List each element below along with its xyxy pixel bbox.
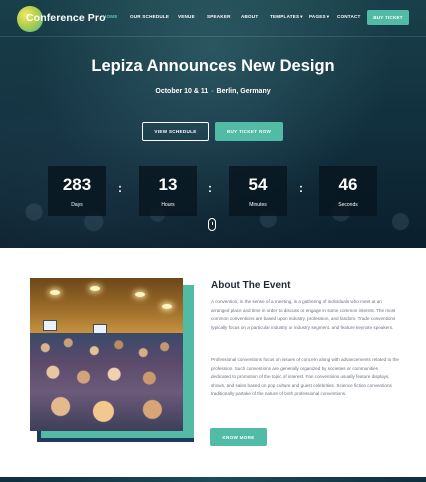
hero-title: Lepiza Announces New Design	[91, 57, 335, 75]
ceiling-light	[162, 304, 172, 309]
hero-subtitle: October 10 & 11 - Berlin, Germany	[0, 88, 426, 95]
countdown-hours-label: Hours	[161, 202, 175, 208]
about-title: About The Event	[211, 280, 291, 291]
photo-audience	[30, 333, 183, 431]
countdown-separator: :	[118, 181, 122, 195]
ceiling-light	[135, 292, 145, 297]
ceiling-light	[90, 286, 100, 291]
buy-ticket-now-button[interactable]: BUY TICKET NOW	[215, 122, 283, 141]
mouse-scroll-icon[interactable]	[208, 218, 216, 231]
buy-ticket-button[interactable]: BUY TICKET	[367, 10, 409, 25]
ceiling-light	[50, 290, 60, 295]
nav-link-templates[interactable]: TEMPLATES▾	[270, 14, 303, 20]
nav-link-pages-label: PAGES	[309, 14, 326, 19]
subtitle-separator: -	[211, 88, 214, 95]
countdown-days-value: 283	[62, 175, 92, 194]
event-photo	[30, 278, 183, 431]
nav-links: HOME OUR SCHEDULE VENUE SPEAKER ABOUT TE…	[0, 14, 426, 24]
chevron-down-icon: ▾	[326, 14, 330, 19]
chevron-down-icon: ▾	[300, 14, 303, 19]
countdown-hours: 13 Hours	[139, 166, 197, 216]
next-section-strip	[0, 477, 426, 482]
countdown-days-label: Days	[71, 202, 83, 208]
countdown-minutes-value: 54	[248, 175, 268, 194]
nav-link-schedule[interactable]: OUR SCHEDULE	[130, 14, 169, 19]
nav-link-speaker[interactable]: SPEAKER	[207, 14, 231, 19]
countdown-days: 283 Days	[48, 166, 106, 216]
countdown-seconds: 46 Seconds	[319, 166, 377, 216]
nav-link-pages[interactable]: PAGES▾	[309, 14, 329, 20]
countdown-hours-value: 13	[158, 175, 178, 194]
view-schedule-button[interactable]: VIEW SCHEDULE	[142, 122, 209, 141]
nav-link-home[interactable]: HOME	[103, 14, 118, 19]
nav-link-contact[interactable]: CONTACT	[337, 14, 361, 19]
event-location: Berlin, Germany	[216, 88, 271, 95]
countdown-minutes-label: Minutes	[249, 202, 267, 208]
projection-screen	[43, 320, 57, 331]
countdown-separator: :	[208, 181, 212, 195]
nav-link-about[interactable]: ABOUT	[241, 14, 258, 19]
know-more-button[interactable]: KNOW MORE	[210, 428, 267, 446]
countdown-seconds-label: Seconds	[338, 202, 358, 208]
countdown-separator: :	[299, 181, 303, 195]
about-paragraph-1: A convention, in the sense of a meeting,…	[211, 299, 396, 330]
countdown-minutes: 54 Minutes	[229, 166, 287, 216]
navbar: Conference Pro HOME OUR SCHEDULE VENUE S…	[0, 0, 426, 37]
about-paragraph-2: Professional conventions focus on issues…	[211, 357, 399, 396]
nav-link-venue[interactable]: VENUE	[178, 14, 195, 19]
countdown-seconds-value: 46	[338, 175, 358, 194]
nav-link-templates-label: TEMPLATES	[270, 14, 300, 19]
hero-section: Conference Pro HOME OUR SCHEDULE VENUE S…	[0, 0, 426, 248]
event-date: October 10 & 11	[155, 88, 209, 95]
